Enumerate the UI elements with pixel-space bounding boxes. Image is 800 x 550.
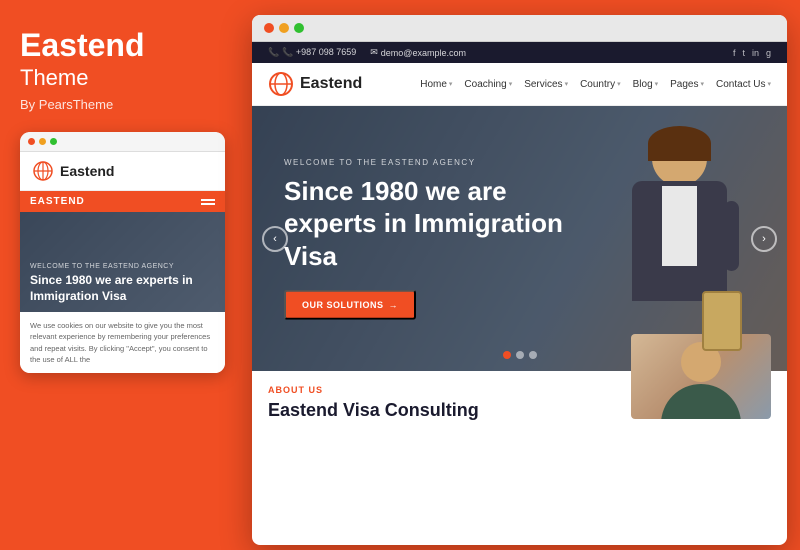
hero-cta-button[interactable]: OUR SOLUTIONS → <box>284 290 416 320</box>
person-shirt <box>662 186 697 266</box>
site-below-hero: ABOUT US Eastend Visa Consulting <box>252 371 787 435</box>
hero-content: WELCOME TO THE EASTEND AGENCY Since 1980… <box>284 157 604 320</box>
globe-icon <box>32 160 54 182</box>
browser-dot-green[interactable] <box>294 23 304 33</box>
facebook-icon[interactable]: f <box>733 48 736 58</box>
phone-icon: 📞 <box>268 47 279 58</box>
browser-window: 📞 📞 +987 098 7659 ✉ demo@example.com f t… <box>252 15 787 545</box>
nav-country-label: Country <box>580 79 615 90</box>
mobile-welcome-text: WELCOME TO THE EASTEND AGENCY <box>30 263 215 270</box>
nav-coaching-label: Coaching <box>464 79 506 90</box>
mobile-dot-red <box>28 138 35 145</box>
luggage <box>702 291 742 351</box>
nav-pages[interactable]: Pages ▾ <box>670 79 704 90</box>
hero-dot-2[interactable] <box>516 351 524 359</box>
google-icon[interactable]: g <box>766 48 771 58</box>
hero-next-button[interactable]: › <box>751 226 777 252</box>
linkedin-icon[interactable]: in <box>752 48 759 58</box>
mobile-nav-label: EASTEND <box>30 196 85 207</box>
hero-prev-button[interactable]: ‹ <box>262 226 288 252</box>
topbar-phone: 📞 📞 +987 098 7659 <box>268 47 356 58</box>
mobile-body-copy: We use cookies on our website to give yo… <box>30 321 210 364</box>
nav-contact[interactable]: Contact Us ▾ <box>716 79 771 90</box>
mobile-hero: WELCOME TO THE EASTEND AGENCY Since 1980… <box>20 212 225 312</box>
nav-coaching[interactable]: Coaching ▾ <box>464 79 512 90</box>
hero-welcome-text: WELCOME TO THE EASTEND AGENCY <box>284 157 604 166</box>
site-hero: WELCOME TO THE EASTEND AGENCY Since 1980… <box>252 106 787 371</box>
browser-dot-yellow[interactable] <box>279 23 289 33</box>
mobile-preview-card: Eastend EASTEND WELCOME TO THE EASTEND A… <box>20 132 225 373</box>
topbar-email: ✉ demo@example.com <box>370 47 466 58</box>
hamburger-line-1 <box>201 199 215 201</box>
mobile-nav-bar: EASTEND <box>20 191 225 212</box>
hero-cta-label: OUR SOLUTIONS <box>302 300 384 310</box>
mobile-browser-bar <box>20 132 225 152</box>
prev-arrow-icon: ‹ <box>273 233 277 245</box>
site-topbar: 📞 📞 +987 098 7659 ✉ demo@example.com f t… <box>252 42 787 63</box>
nav-pages-label: Pages <box>670 79 698 90</box>
browser-chrome-bar <box>252 15 787 42</box>
topbar-left: 📞 📞 +987 098 7659 ✉ demo@example.com <box>268 47 466 58</box>
mobile-body-text: We use cookies on our website to give yo… <box>20 312 225 373</box>
nav-contact-label: Contact Us <box>716 79 765 90</box>
site-navbar: Eastend Home ▾ Coaching ▾ Services ▾ Cou… <box>252 63 787 106</box>
browser-dot-red[interactable] <box>264 23 274 33</box>
person-arm <box>724 201 739 271</box>
person-hair <box>648 126 711 161</box>
pages-chevron-icon: ▾ <box>701 80 705 88</box>
nav-links: Home ▾ Coaching ▾ Services ▾ Country ▾ B… <box>420 79 771 90</box>
nav-country[interactable]: Country ▾ <box>580 79 621 90</box>
services-chevron-icon: ▾ <box>565 80 569 88</box>
email-icon: ✉ <box>370 47 378 58</box>
mobile-logo-text: Eastend <box>60 163 114 179</box>
nav-home-label: Home <box>420 79 447 90</box>
next-arrow-icon: › <box>762 233 766 245</box>
hamburger-line-2 <box>201 203 215 205</box>
nav-services-label: Services <box>524 79 562 90</box>
nav-home[interactable]: Home ▾ <box>420 79 452 90</box>
hero-title: Since 1980 we are experts in Immigration… <box>284 174 604 272</box>
hero-dots <box>503 351 537 359</box>
blog-chevron-icon: ▾ <box>655 80 659 88</box>
about-person-body <box>661 384 741 419</box>
mobile-logo-bar: Eastend <box>20 152 225 191</box>
home-chevron-icon: ▾ <box>449 80 453 88</box>
theme-subtitle: Theme <box>20 65 225 91</box>
hamburger-icon[interactable] <box>201 199 215 205</box>
mobile-hero-title: Since 1980 we are experts in Immigration… <box>30 273 215 304</box>
site-globe-icon <box>268 71 294 97</box>
hero-cta-arrow-icon: → <box>389 300 399 310</box>
mobile-dot-green <box>50 138 57 145</box>
mobile-dot-yellow <box>39 138 46 145</box>
contact-chevron-icon: ▾ <box>767 80 771 88</box>
hero-dot-3[interactable] <box>529 351 537 359</box>
site-logo-text: Eastend <box>300 75 362 93</box>
left-panel: Eastend Theme By PearsTheme Eastend EAST… <box>0 0 245 550</box>
site-logo: Eastend <box>268 71 362 97</box>
hero-dot-1[interactable] <box>503 351 511 359</box>
topbar-email-text: demo@example.com <box>381 48 466 58</box>
topbar-social: f t in g <box>733 48 771 58</box>
twitter-icon[interactable]: t <box>742 48 745 58</box>
country-chevron-icon: ▾ <box>617 80 621 88</box>
theme-title: Eastend <box>20 28 225 63</box>
nav-blog-label: Blog <box>633 79 653 90</box>
theme-author: By PearsTheme <box>20 97 225 112</box>
nav-blog[interactable]: Blog ▾ <box>633 79 659 90</box>
nav-services[interactable]: Services ▾ <box>524 79 568 90</box>
coaching-chevron-icon: ▾ <box>509 80 513 88</box>
